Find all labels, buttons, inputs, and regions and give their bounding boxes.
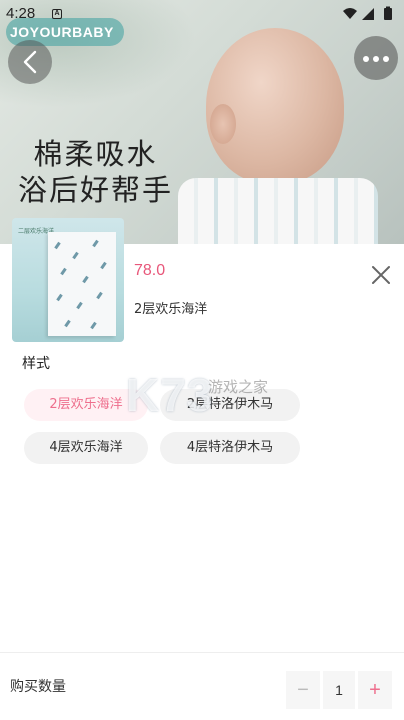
quantity-label: 购买数量 — [10, 679, 66, 695]
wifi-icon — [343, 8, 357, 19]
status-bar: 4:28 A — [0, 0, 404, 28]
more-dot-icon — [373, 56, 379, 62]
increase-button[interactable]: + — [358, 671, 392, 709]
product-banner: 棉柔吸水 浴后好帮手 JOYOURBABY — [0, 0, 404, 244]
quantity-stepper: − 1 + — [286, 671, 392, 709]
battery-icon — [384, 8, 392, 20]
status-time: 4:28 — [6, 5, 36, 22]
more-dot-icon — [383, 56, 389, 62]
more-button[interactable] — [354, 36, 398, 80]
banner-headline: 棉柔吸水 浴后好帮手 — [18, 136, 173, 208]
product-price: 78.0 — [134, 262, 166, 279]
status-icons — [343, 6, 392, 20]
spec-section-title: 样式 — [22, 356, 50, 372]
chevron-left-icon — [23, 50, 37, 74]
close-icon[interactable] — [368, 262, 394, 288]
product-cloth — [48, 232, 116, 336]
selected-spec: 2层欢乐海洋 — [134, 302, 208, 317]
signal-icon — [362, 8, 374, 20]
notification-icon: A — [52, 9, 62, 19]
spec-option[interactable]: 4层特洛伊木马 — [160, 432, 300, 464]
back-button[interactable] — [8, 40, 52, 84]
divider — [0, 652, 404, 653]
headline-line-2: 浴后好帮手 — [18, 173, 174, 207]
spec-option[interactable]: 2层欢乐海洋 — [24, 389, 148, 421]
spec-option[interactable]: 4层欢乐海洋 — [24, 432, 148, 464]
spec-option[interactable]: 2层特洛伊木马 — [160, 389, 300, 421]
towel-photo — [178, 178, 378, 244]
baby-ear — [210, 104, 236, 144]
decrease-button[interactable]: − — [286, 671, 320, 709]
more-dot-icon — [363, 56, 369, 62]
product-thumbnail[interactable]: 二层欢乐海洋 — [12, 218, 124, 342]
headline-line-1: 棉柔吸水 — [33, 137, 158, 171]
quantity-value[interactable]: 1 — [323, 671, 355, 709]
